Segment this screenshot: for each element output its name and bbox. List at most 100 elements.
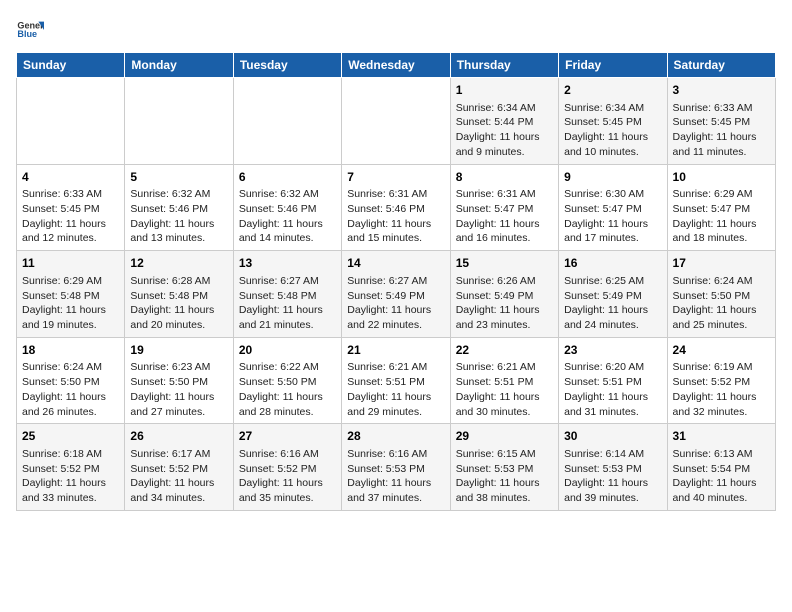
day-number: 3 — [673, 82, 770, 99]
week-row-1: 1Sunrise: 6:34 AM Sunset: 5:44 PM Daylig… — [17, 78, 776, 165]
day-info: Sunrise: 6:24 AM Sunset: 5:50 PM Dayligh… — [22, 360, 119, 419]
day-cell: 6Sunrise: 6:32 AM Sunset: 5:46 PM Daylig… — [233, 164, 341, 251]
day-info: Sunrise: 6:14 AM Sunset: 5:53 PM Dayligh… — [564, 447, 661, 506]
day-header-friday: Friday — [559, 53, 667, 78]
day-cell: 20Sunrise: 6:22 AM Sunset: 5:50 PM Dayli… — [233, 337, 341, 424]
week-row-4: 18Sunrise: 6:24 AM Sunset: 5:50 PM Dayli… — [17, 337, 776, 424]
day-cell: 14 Sunrise: 6:27 AM Sunset: 5:49 PM Dayli… — [342, 251, 450, 338]
day-header-thursday: Thursday — [450, 53, 558, 78]
day-info: Sunrise: 6:28 AM Sunset: 5:48 PM Dayligh… — [130, 274, 227, 333]
day-cell: 13 Sunrise: 6:27 AM Sunset: 5:48 PM Dayli… — [233, 251, 341, 338]
day-number: 10 — [673, 169, 770, 186]
day-info: Sunrise: 6:13 AM Sunset: 5:54 PM Dayligh… — [673, 447, 770, 506]
day-number: 18 — [22, 342, 119, 359]
day-number: 20 — [239, 342, 336, 359]
day-number: 19 — [130, 342, 227, 359]
day-header-saturday: Saturday — [667, 53, 775, 78]
day-cell: 2 Sunrise: 6:34 AM Sunset: 5:45 PM Daylig… — [559, 78, 667, 165]
day-cell: 8Sunrise: 6:31 AM Sunset: 5:47 PM Daylig… — [450, 164, 558, 251]
day-number: 7 — [347, 169, 444, 186]
day-number: 14 — [347, 255, 444, 272]
logo: General Blue — [16, 16, 44, 44]
day-number: 30 — [564, 428, 661, 445]
day-number: 28 — [347, 428, 444, 445]
day-cell: 31 Sunrise: 6:13 AM Sunset: 5:54 PM Dayli… — [667, 424, 775, 511]
day-info: Sunrise: 6:26 AM Sunset: 5:49 PM Dayligh… — [456, 274, 553, 333]
day-cell: 25Sunrise: 6:18 AM Sunset: 5:52 PM Dayli… — [17, 424, 125, 511]
day-number: 12 — [130, 255, 227, 272]
day-cell: 29 Sunrise: 6:15 AM Sunset: 5:53 PM Dayli… — [450, 424, 558, 511]
day-cell: 1Sunrise: 6:34 AM Sunset: 5:44 PM Daylig… — [450, 78, 558, 165]
day-number: 11 — [22, 255, 119, 272]
day-cell: 17 Sunrise: 6:24 AM Sunset: 5:50 PM Dayli… — [667, 251, 775, 338]
day-cell: 26 Sunrise: 6:17 AM Sunset: 5:52 PM Dayli… — [125, 424, 233, 511]
day-info: Sunrise: 6:25 AM Sunset: 5:49 PM Dayligh… — [564, 274, 661, 333]
day-info: Sunrise: 6:29 AM Sunset: 5:48 PM Dayligh… — [22, 274, 119, 333]
day-cell — [125, 78, 233, 165]
day-number: 24 — [673, 342, 770, 359]
day-cell: 28 Sunrise: 6:16 AM Sunset: 5:53 PM Dayli… — [342, 424, 450, 511]
header: General Blue — [16, 16, 776, 44]
day-info: Sunrise: 6:27 AM Sunset: 5:48 PM Dayligh… — [239, 274, 336, 333]
day-info: Sunrise: 6:24 AM Sunset: 5:50 PM Dayligh… — [673, 274, 770, 333]
day-info: Sunrise: 6:16 AM Sunset: 5:53 PM Dayligh… — [347, 447, 444, 506]
day-number: 27 — [239, 428, 336, 445]
day-cell: 19Sunrise: 6:23 AM Sunset: 5:50 PM Dayli… — [125, 337, 233, 424]
day-number: 13 — [239, 255, 336, 272]
day-number: 21 — [347, 342, 444, 359]
day-info: Sunrise: 6:23 AM Sunset: 5:50 PM Dayligh… — [130, 360, 227, 419]
day-number: 17 — [673, 255, 770, 272]
week-row-2: 4Sunrise: 6:33 AM Sunset: 5:45 PM Daylig… — [17, 164, 776, 251]
day-number: 5 — [130, 169, 227, 186]
day-number: 23 — [564, 342, 661, 359]
day-info: Sunrise: 6:22 AM Sunset: 5:50 PM Dayligh… — [239, 360, 336, 419]
day-number: 26 — [130, 428, 227, 445]
day-info: Sunrise: 6:31 AM Sunset: 5:46 PM Dayligh… — [347, 187, 444, 246]
day-info: Sunrise: 6:19 AM Sunset: 5:52 PM Dayligh… — [673, 360, 770, 419]
day-number: 22 — [456, 342, 553, 359]
day-cell: 23Sunrise: 6:20 AM Sunset: 5:51 PM Dayli… — [559, 337, 667, 424]
day-header-sunday: Sunday — [17, 53, 125, 78]
day-cell: 10Sunrise: 6:29 AM Sunset: 5:47 PM Dayli… — [667, 164, 775, 251]
day-cell: 12 Sunrise: 6:28 AM Sunset: 5:48 PM Dayli… — [125, 251, 233, 338]
day-info: Sunrise: 6:31 AM Sunset: 5:47 PM Dayligh… — [456, 187, 553, 246]
day-info: Sunrise: 6:32 AM Sunset: 5:46 PM Dayligh… — [130, 187, 227, 246]
day-cell: 16 Sunrise: 6:25 AM Sunset: 5:49 PM Dayli… — [559, 251, 667, 338]
day-cell: 30 Sunrise: 6:14 AM Sunset: 5:53 PM Dayli… — [559, 424, 667, 511]
day-cell: 21Sunrise: 6:21 AM Sunset: 5:51 PM Dayli… — [342, 337, 450, 424]
day-info: Sunrise: 6:21 AM Sunset: 5:51 PM Dayligh… — [347, 360, 444, 419]
day-number: 2 — [564, 82, 661, 99]
day-info: Sunrise: 6:27 AM Sunset: 5:49 PM Dayligh… — [347, 274, 444, 333]
day-info: Sunrise: 6:32 AM Sunset: 5:46 PM Dayligh… — [239, 187, 336, 246]
day-header-tuesday: Tuesday — [233, 53, 341, 78]
day-info: Sunrise: 6:30 AM Sunset: 5:47 PM Dayligh… — [564, 187, 661, 246]
day-info: Sunrise: 6:17 AM Sunset: 5:52 PM Dayligh… — [130, 447, 227, 506]
day-cell: 9Sunrise: 6:30 AM Sunset: 5:47 PM Daylig… — [559, 164, 667, 251]
day-number: 6 — [239, 169, 336, 186]
day-cell: 15 Sunrise: 6:26 AM Sunset: 5:49 PM Dayli… — [450, 251, 558, 338]
day-cell: 7Sunrise: 6:31 AM Sunset: 5:46 PM Daylig… — [342, 164, 450, 251]
day-cell: 24Sunrise: 6:19 AM Sunset: 5:52 PM Dayli… — [667, 337, 775, 424]
day-cell: 22Sunrise: 6:21 AM Sunset: 5:51 PM Dayli… — [450, 337, 558, 424]
day-info: Sunrise: 6:16 AM Sunset: 5:52 PM Dayligh… — [239, 447, 336, 506]
day-number: 8 — [456, 169, 553, 186]
day-info: Sunrise: 6:34 AM Sunset: 5:44 PM Dayligh… — [456, 101, 553, 160]
days-header-row: SundayMondayTuesdayWednesdayThursdayFrid… — [17, 53, 776, 78]
day-info: Sunrise: 6:33 AM Sunset: 5:45 PM Dayligh… — [673, 101, 770, 160]
day-number: 15 — [456, 255, 553, 272]
day-number: 16 — [564, 255, 661, 272]
day-number: 29 — [456, 428, 553, 445]
day-info: Sunrise: 6:33 AM Sunset: 5:45 PM Dayligh… — [22, 187, 119, 246]
day-header-monday: Monday — [125, 53, 233, 78]
day-info: Sunrise: 6:34 AM Sunset: 5:45 PM Dayligh… — [564, 101, 661, 160]
logo-icon: General Blue — [16, 16, 44, 44]
day-info: Sunrise: 6:15 AM Sunset: 5:53 PM Dayligh… — [456, 447, 553, 506]
day-cell: 11 Sunrise: 6:29 AM Sunset: 5:48 PM Dayli… — [17, 251, 125, 338]
week-row-3: 11 Sunrise: 6:29 AM Sunset: 5:48 PM Dayli… — [17, 251, 776, 338]
day-cell — [233, 78, 341, 165]
day-cell: 27 Sunrise: 6:16 AM Sunset: 5:52 PM Dayli… — [233, 424, 341, 511]
day-number: 25 — [22, 428, 119, 445]
week-row-5: 25Sunrise: 6:18 AM Sunset: 5:52 PM Dayli… — [17, 424, 776, 511]
day-info: Sunrise: 6:21 AM Sunset: 5:51 PM Dayligh… — [456, 360, 553, 419]
day-number: 31 — [673, 428, 770, 445]
